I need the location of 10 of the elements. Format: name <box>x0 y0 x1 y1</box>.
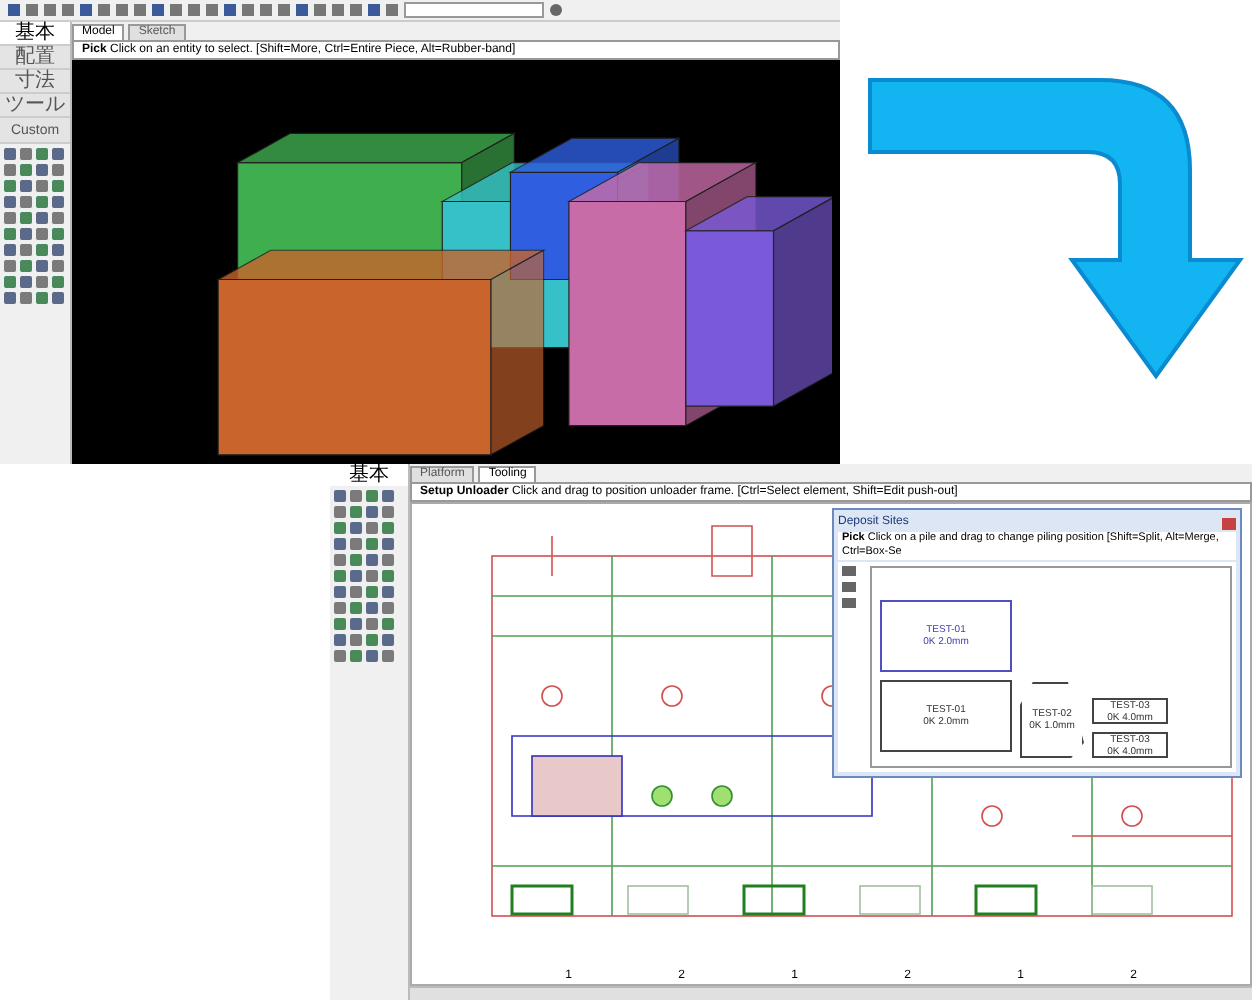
palette-tab[interactable]: 基本 <box>0 22 70 46</box>
drawing-canvas[interactable] <box>410 502 1252 986</box>
horizontal-scrollbar[interactable] <box>410 986 1252 1000</box>
palette-tab[interactable]: 寸法 <box>0 70 70 94</box>
palette-tab[interactable]: 配置 <box>0 46 70 70</box>
close-button[interactable] <box>1222 517 1236 529</box>
bent-arrow-icon <box>868 78 1242 378</box>
layer-dropdown[interactable] <box>404 2 544 18</box>
palette-tab[interactable]: ツール <box>0 94 70 118</box>
palette-tab[interactable]: 基本 <box>330 464 408 486</box>
